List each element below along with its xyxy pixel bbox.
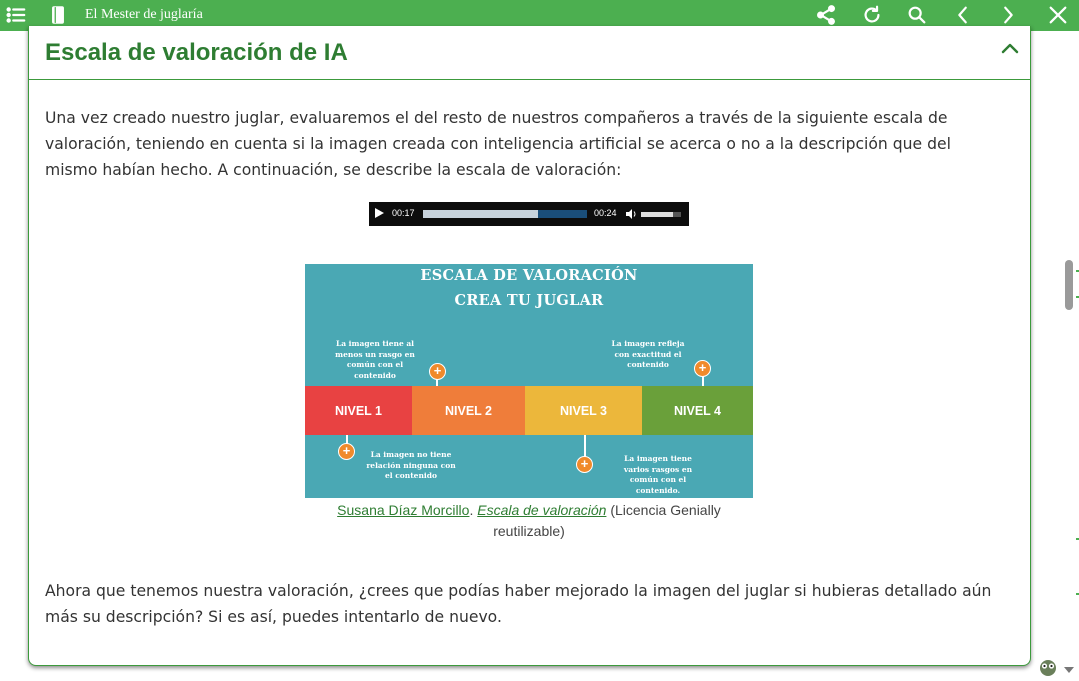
menu-icon[interactable]	[4, 3, 28, 27]
mascot-icon[interactable]	[1037, 655, 1059, 677]
level-band-1: NIVEL 1	[305, 386, 412, 435]
volume-fill	[641, 212, 673, 217]
section-title: Escala de valoración de IA	[45, 39, 348, 66]
work-link[interactable]: Escala de valoración	[477, 502, 606, 518]
scroll-down-arrow[interactable]	[1064, 667, 1074, 673]
audio-duration: 00:24	[594, 208, 617, 218]
infographic-title: ESCALA DE VALORACIÓN	[420, 267, 638, 284]
audio-current-time: 00:17	[392, 208, 415, 218]
note-nivel-4: La imagen refleja con exactitud el conte…	[611, 339, 685, 369]
section-header[interactable]: Escala de valoración de IA	[29, 26, 1030, 80]
plus-icon[interactable]: +	[338, 443, 355, 460]
closing-paragraph: Ahora que tenemos nuestra valoración, ¿c…	[45, 582, 992, 626]
plus-icon[interactable]: +	[576, 456, 593, 473]
share-icon[interactable]	[814, 3, 838, 27]
note-nivel-3: La imagen tiene varios rasgos en común c…	[623, 454, 693, 495]
audio-progress-bar[interactable]	[423, 210, 587, 218]
infographic-subtitle: CREA TU JUGLAR	[454, 292, 604, 309]
level-label: NIVEL 1	[334, 403, 382, 418]
plus-icon[interactable]: +	[429, 363, 446, 380]
book-icon[interactable]	[46, 3, 70, 27]
volume-slider[interactable]	[641, 212, 681, 217]
level-label: NIVEL 2	[444, 403, 492, 418]
app-title: El Mester de juglaría	[85, 7, 203, 22]
chevron-left-icon[interactable]	[951, 3, 975, 27]
search-icon[interactable]	[905, 3, 929, 27]
note-nivel-1: La imagen no tiene relación ninguna con …	[366, 450, 456, 480]
scrollbar-thumb[interactable]	[1065, 260, 1073, 310]
level-band-4: NIVEL 4	[642, 386, 753, 435]
content-card: Escala de valoración de IA Una vez cread…	[28, 26, 1031, 666]
level-label: NIVEL 3	[559, 403, 607, 418]
close-icon[interactable]	[1046, 3, 1070, 27]
play-icon[interactable]	[375, 208, 384, 218]
level-label: NIVEL 4	[673, 403, 721, 418]
chevron-up-icon[interactable]	[1000, 40, 1020, 54]
author-link[interactable]: Susana Díaz Morcillo	[337, 502, 469, 518]
audio-progress-fill	[423, 210, 538, 218]
rating-scale-infographic: ESCALA DE VALORACIÓN CREA TU JUGLAR La i…	[305, 264, 753, 498]
volume-icon[interactable]	[625, 208, 637, 220]
caption-separator: .	[469, 502, 474, 518]
level-band-2: NIVEL 2	[412, 386, 525, 435]
audio-player[interactable]: 00:17 00:24	[369, 202, 689, 226]
level-band-3: NIVEL 3	[525, 386, 642, 435]
plus-icon[interactable]: +	[694, 360, 711, 377]
note-nivel-2: La imagen tiene al menos un rasgo en com…	[335, 339, 415, 380]
image-caption: Susana Díaz Morcillo. Escala de valoraci…	[305, 500, 753, 542]
refresh-icon[interactable]	[860, 3, 884, 27]
chevron-right-icon[interactable]	[996, 3, 1020, 27]
intro-paragraph: Una vez creado nuestro juglar, evaluarem…	[45, 109, 951, 179]
